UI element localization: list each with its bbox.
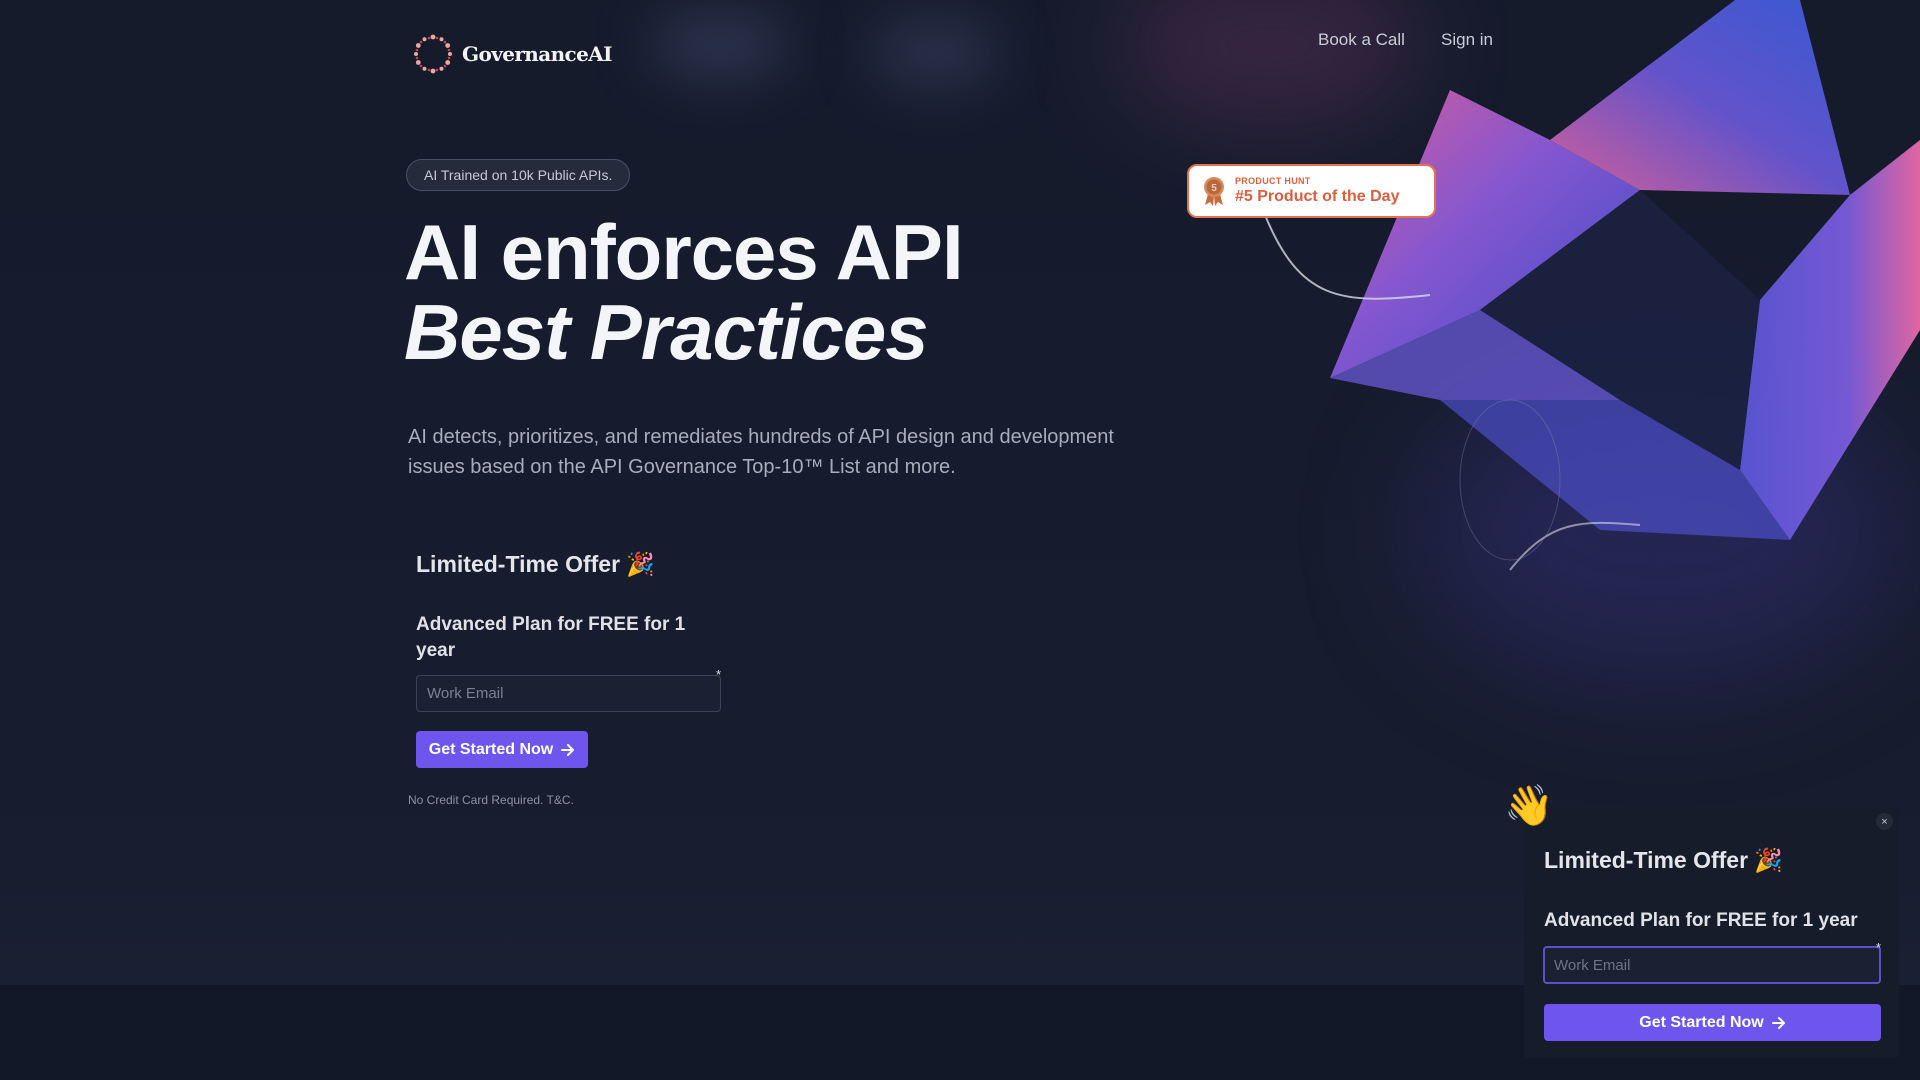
- brand-name: GovernanceAI: [462, 42, 613, 66]
- arrow-right-icon: [1771, 1016, 1785, 1029]
- page-title: AI enforces API Best Practices: [404, 212, 964, 376]
- waving-hand-icon: 👋: [1504, 784, 1554, 828]
- popup-get-started-button[interactable]: Get Started Now: [1544, 1004, 1881, 1041]
- popup-offer-title: Limited-Time Offer 🎉: [1544, 847, 1784, 873]
- product-hunt-text: PRODUCT HUNT #5 Product of the Day: [1235, 176, 1399, 206]
- hero-ribbon-illustration: [1264, 0, 1920, 571]
- headline-line-1: AI enforces API: [404, 208, 964, 296]
- headline-line-2: Best Practices: [404, 288, 929, 376]
- popup-get-started-label: Get Started Now: [1639, 1013, 1764, 1031]
- hero-description: AI detects, prioritizes, and remediates …: [408, 426, 1114, 478]
- fine-print: No Credit Card Required. T&C.: [408, 793, 574, 807]
- get-started-label: Get Started Now: [428, 740, 554, 758]
- get-started-button[interactable]: Get Started Now: [416, 731, 588, 768]
- product-hunt-label: PRODUCT HUNT: [1235, 176, 1311, 186]
- brand-logo[interactable]: GovernanceAI: [412, 33, 613, 75]
- required-marker: *: [1876, 940, 1882, 955]
- sign-in-link[interactable]: Sign in: [1441, 30, 1493, 50]
- plan-title: Advanced Plan for FREE for 1 year: [416, 614, 686, 661]
- logo-dots-icon: [414, 34, 452, 74]
- trained-badge: AI Trained on 10k Public APIs.: [406, 159, 631, 191]
- email-field[interactable]: [416, 675, 721, 712]
- popup-plan-title: Advanced Plan for FREE for 1 year: [1544, 910, 1858, 931]
- glow-decoration: [650, 10, 790, 80]
- medal-icon: 5: [1204, 177, 1224, 206]
- product-hunt-title: #5 Product of the Day: [1235, 188, 1400, 205]
- required-marker: *: [716, 667, 722, 682]
- book-call-link[interactable]: Book a Call: [1318, 30, 1405, 50]
- glow-decoration: [870, 15, 1000, 90]
- arrow-right-icon: [561, 743, 575, 756]
- popup-email-field[interactable]: [1543, 946, 1881, 984]
- offer-title: Limited-Time Offer 🎉: [416, 551, 656, 577]
- close-icon[interactable]: ×: [1876, 813, 1893, 830]
- product-hunt-badge[interactable]: 5 PRODUCT HUNT #5 Product of the Day: [1187, 164, 1436, 218]
- medal-number: 5: [1211, 183, 1217, 194]
